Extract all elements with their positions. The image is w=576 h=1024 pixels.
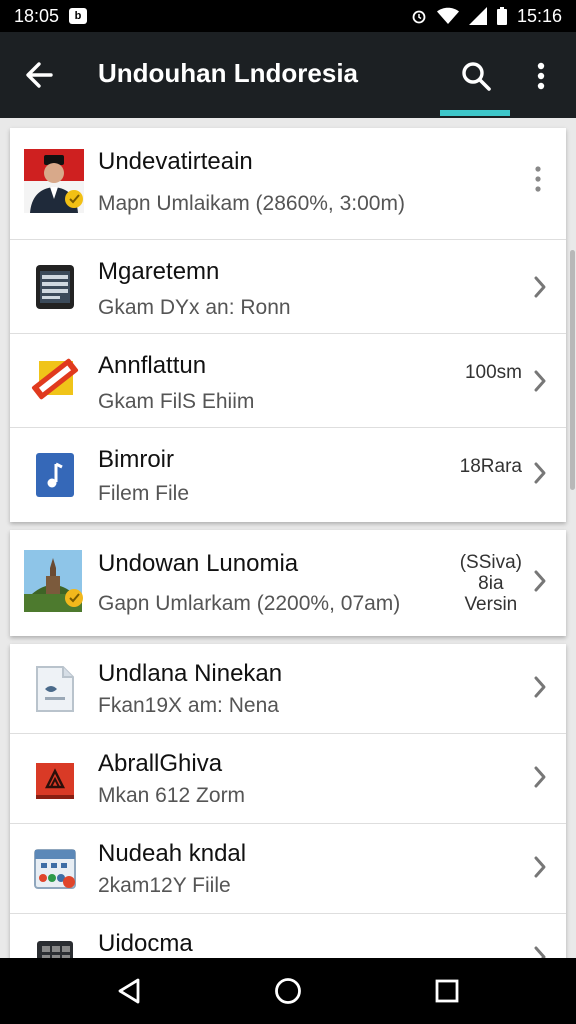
status-time-right: 15:16 <box>516 5 562 26</box>
list-item-subtitle: 2kam12Y Fiile <box>98 874 231 897</box>
document-icon <box>24 658 86 720</box>
nav-recents-button[interactable] <box>430 974 464 1008</box>
tablet-icon <box>24 256 86 318</box>
notification-badge-icon: b <box>69 8 88 24</box>
list-item[interactable]: Undevatirteain Mapn Umlaikam (2860%, 3:0… <box>10 128 566 240</box>
download-card-1: Undevatirteain Mapn Umlaikam (2860%, 3:0… <box>10 128 566 522</box>
chevron-right-icon <box>528 272 552 302</box>
list-item-title: Undlana Ninekan <box>98 660 283 687</box>
list-item[interactable]: Bimroir Filem File 18Rara <box>10 428 566 522</box>
landmark-photo-icon <box>24 550 86 612</box>
download-card-3: Undlana Ninekan Fkan19X am: Nena AbrallG… <box>10 644 566 964</box>
item-menu-button[interactable] <box>532 164 544 194</box>
list-item-subtitle: Gkam DYx an: Ronn <box>98 296 291 319</box>
search-icon <box>462 62 491 91</box>
chevron-right-icon <box>528 762 552 792</box>
more-vertical-icon <box>535 166 541 192</box>
wifi-icon <box>436 7 459 24</box>
triangle-back-icon <box>118 978 140 1004</box>
list-item-subtitle: Gapn Umlarkam (2200%, 07am) <box>98 592 401 615</box>
back-button[interactable] <box>20 56 58 94</box>
list-item-title: AbrallGhiva <box>98 750 223 777</box>
search-button[interactable] <box>456 56 496 96</box>
list-item[interactable]: Undowan Lunomia Gapn Umlarkam (2200%, 07… <box>10 530 566 636</box>
scrollbar[interactable] <box>570 250 575 490</box>
tab-indicator <box>440 110 510 116</box>
square-recents-icon <box>435 979 459 1003</box>
list-item[interactable]: Mgaretemn Gkam DYx an: Ronn <box>10 240 566 334</box>
chevron-right-icon <box>528 672 552 702</box>
list-item-subtitle: Fkan19X am: Nena <box>98 694 279 717</box>
chevron-right-icon <box>528 852 552 882</box>
signal-icon <box>468 7 487 25</box>
list-item[interactable]: AbrallGhiva Mkan 612 Zorm <box>10 734 566 824</box>
chevron-right-icon <box>528 458 552 488</box>
status-right: 15:16 <box>411 6 562 27</box>
status-left: 18:05 b <box>14 5 88 27</box>
arrow-left-icon <box>26 62 53 88</box>
status-bar: 18:05 b 15:16 <box>0 0 576 32</box>
chevron-right-icon <box>528 366 552 396</box>
list-item-title: Undevatirteain <box>98 148 253 175</box>
list-item-title: Nudeah kndal <box>98 840 247 867</box>
list-item-subtitle: Filem File <box>98 482 190 505</box>
list-item-title: Uidocma <box>98 930 193 957</box>
list-item[interactable]: Undlana Ninekan Fkan19X am: Nena <box>10 644 566 734</box>
list-item-title: Bimroir <box>98 446 174 473</box>
list-item[interactable]: Uidocma <box>10 914 566 964</box>
status-time-left: 18:05 <box>14 5 60 26</box>
list-item-meta: (SSiva) 8ia Versin <box>459 552 522 615</box>
list-item[interactable]: Annflattun Gkam FilS Ehiim 100sm <box>10 334 566 428</box>
battery-icon <box>496 7 507 25</box>
app-bar: Undouhan Lndoresia <box>0 32 576 118</box>
list-item-meta: 18Rara <box>459 456 522 477</box>
circle-home-icon <box>275 978 301 1004</box>
list-item-subtitle: Mkan 612 Zorm <box>98 784 246 807</box>
chevron-right-icon <box>528 566 552 596</box>
list-item-title: Mgaretemn <box>98 258 220 285</box>
music-file-icon <box>24 444 86 506</box>
nav-home-button[interactable] <box>271 974 305 1008</box>
system-nav-bar <box>0 958 576 1024</box>
more-vertical-icon <box>537 62 545 90</box>
alarm-icon <box>412 10 426 24</box>
ticket-icon <box>24 348 86 410</box>
nav-back-button[interactable] <box>112 974 146 1008</box>
calendar-card-icon <box>24 838 86 900</box>
list-item-title: Undowan Lunomia <box>98 550 299 577</box>
list-item-title: Annflattun <box>98 352 207 379</box>
more-options-button[interactable] <box>522 56 560 96</box>
list-item-subtitle: Mapn Umlaikam (2860%, 3:00m) <box>98 192 405 215</box>
page-title: Undouhan Lndoresia <box>98 58 358 88</box>
list-item-subtitle: Gkam FilS Ehiim <box>98 390 255 413</box>
list-item[interactable]: Nudeah kndal 2kam12Y Fiile <box>10 824 566 914</box>
list-item-meta: 100sm <box>464 362 522 383</box>
person-flag-icon <box>24 149 86 213</box>
download-card-2: Undowan Lunomia Gapn Umlarkam (2200%, 07… <box>10 530 566 636</box>
red-book-icon <box>24 748 86 810</box>
